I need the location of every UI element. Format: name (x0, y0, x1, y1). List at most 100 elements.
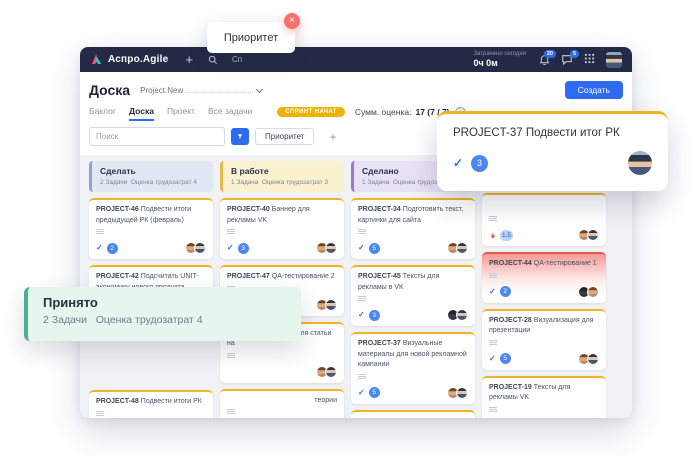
assignee-avatars (581, 353, 599, 365)
score-badge: 2 (500, 286, 511, 297)
assignee-avatars (450, 309, 468, 321)
avatar (194, 242, 206, 254)
summary-score-label: Сумм. оценка: (355, 107, 412, 117)
avatar (325, 299, 337, 311)
description-icon (489, 203, 599, 222)
time-tracked-widget: Затрачено сегодня 0ч 0м (473, 51, 526, 68)
avatar (587, 229, 599, 241)
assignee-avatars (319, 299, 337, 311)
add-filter-button[interactable]: + (323, 130, 342, 144)
avatar (587, 353, 599, 365)
priority-filter-chip[interactable]: Приоритет (255, 128, 314, 145)
accepted-column-meta: 2 Задачи Оценка трудозатрат 4 (43, 314, 301, 326)
chevron-down-icon (256, 85, 263, 92)
search-icon[interactable] (208, 55, 218, 65)
task-card[interactable]: PROJECT-48Подвести итоги РК ✓2 (89, 390, 213, 418)
task-card[interactable]: PROJECT-37Визуальные материалы для новой… (351, 332, 475, 404)
description-icon (96, 411, 206, 417)
dotted-divider (187, 91, 253, 93)
score-badge: 3 (471, 155, 488, 172)
app-logo-icon (90, 53, 103, 66)
app-name: Аспро.Agile (108, 54, 168, 65)
check-icon: ✓ (358, 244, 365, 252)
time-tracked-value: 0ч 0м (473, 58, 526, 68)
assignee-avatars (319, 242, 337, 254)
tab-board[interactable]: Доска (129, 106, 154, 119)
description-icon (96, 229, 206, 235)
description-icon (489, 273, 599, 279)
column-header-todo: Сделать 2 Задачи Оценка трудозатрат 4 (89, 161, 213, 192)
check-icon: ✓ (453, 156, 463, 170)
messages-button[interactable]: 5 (561, 54, 573, 65)
apps-grid-icon (584, 53, 595, 64)
tab-project[interactable]: Проект (167, 106, 195, 119)
tab-all-tasks[interactable]: Все задачи (208, 106, 252, 119)
tooltip-label: Приоритет (224, 32, 278, 44)
accepted-column-callout[interactable]: Принято 2 Задачи Оценка трудозатрат 4 (24, 287, 301, 341)
tab-backlog[interactable]: Баклог (89, 106, 116, 119)
column-done: Сделано 1 Задача Оценка трудозатрат PROJ… (351, 161, 475, 418)
search-input[interactable] (89, 127, 225, 146)
fire-icon (489, 231, 497, 240)
check-icon: ✓ (227, 244, 234, 252)
avatar (325, 366, 337, 378)
notifications-count-badge: 20 (544, 50, 556, 58)
project-selector[interactable]: Project.New (140, 86, 262, 95)
apps-grid-button[interactable] (584, 51, 595, 69)
avatar (456, 242, 468, 254)
task-card-callout[interactable]: PROJECT-37 Подвести итог РК ✓ 3 (437, 111, 668, 191)
column-accepted: 1.5 PROJECT-44QA-тестирование 1 ✓2 PROJE… (482, 161, 606, 418)
score-badge: 5 (369, 387, 380, 398)
description-icon (227, 229, 337, 235)
page-title: Доска (89, 82, 130, 98)
score-badge: 3 (238, 243, 249, 254)
task-card[interactable]: PROJECT-28Визуализация для презентации ✓… (482, 309, 606, 370)
time-tracked-label: Затрачено сегодня (473, 51, 526, 58)
description-icon (227, 409, 337, 415)
app-window: Аспро.Agile + Сп Затрачено сегодня 0ч 0м… (80, 47, 632, 418)
assignee-avatars (581, 286, 599, 298)
quick-add-icon[interactable]: + (185, 53, 193, 66)
check-icon: ✓ (489, 355, 496, 363)
score-badge: 1.5 (500, 230, 513, 241)
avatar (456, 309, 468, 321)
assignee-avatars (450, 242, 468, 254)
notifications-button[interactable]: 20 (539, 54, 550, 66)
description-icon (489, 407, 599, 413)
avatar (587, 286, 599, 298)
check-icon: ✓ (489, 288, 496, 296)
assignee-avatars (450, 387, 468, 399)
description-icon (227, 353, 337, 359)
task-card[interactable]: PROJECT-23Итоги РК ✓1 (351, 410, 475, 419)
check-icon: ✓ (358, 389, 365, 397)
description-icon (358, 296, 468, 302)
create-button[interactable]: Создать (565, 81, 623, 99)
priority-feature-tooltip: Приоритет (207, 22, 295, 53)
score-badge: 3 (369, 310, 380, 321)
assignee-avatars (188, 242, 206, 254)
task-card[interactable]: теории ✓3 (220, 389, 344, 419)
task-card[interactable]: PROJECT-34Подготовить текст, картинки дл… (351, 198, 475, 259)
task-card[interactable]: PROJECT-46Подвести итоги предыдущей РК (… (89, 198, 213, 259)
score-badge: 5 (500, 353, 511, 364)
description-icon (358, 374, 468, 380)
assignee-avatars (319, 366, 337, 378)
task-card[interactable]: PROJECT-45Тексты для рекламы в VK ✓3 (351, 265, 475, 326)
task-card[interactable]: 1.5 (482, 193, 606, 246)
topbar-menu-item[interactable]: Сп (232, 55, 242, 64)
score-badge: 2 (107, 243, 118, 254)
assignee-avatars (581, 229, 599, 241)
filter-button[interactable] (231, 128, 249, 145)
accepted-column-title: Принято (43, 295, 301, 310)
task-card[interactable]: PROJECT-19Тексты для рекламы VK ✓5 (482, 376, 606, 419)
task-card[interactable]: PROJECT-40Баннер для рекламы VK ✓3 (220, 198, 344, 259)
page-background: Аспро.Agile + Сп Затрачено сегодня 0ч 0м… (0, 0, 700, 456)
user-avatar[interactable] (606, 52, 622, 68)
description-icon (358, 229, 468, 235)
funnel-icon (237, 132, 243, 141)
task-card-highlighted[interactable]: PROJECT-44QA-тестирование 1 ✓2 (482, 252, 606, 303)
avatar (628, 151, 652, 175)
project-name: Project.New (140, 86, 183, 95)
close-icon[interactable]: × (284, 13, 300, 29)
score-badge: 5 (369, 243, 380, 254)
